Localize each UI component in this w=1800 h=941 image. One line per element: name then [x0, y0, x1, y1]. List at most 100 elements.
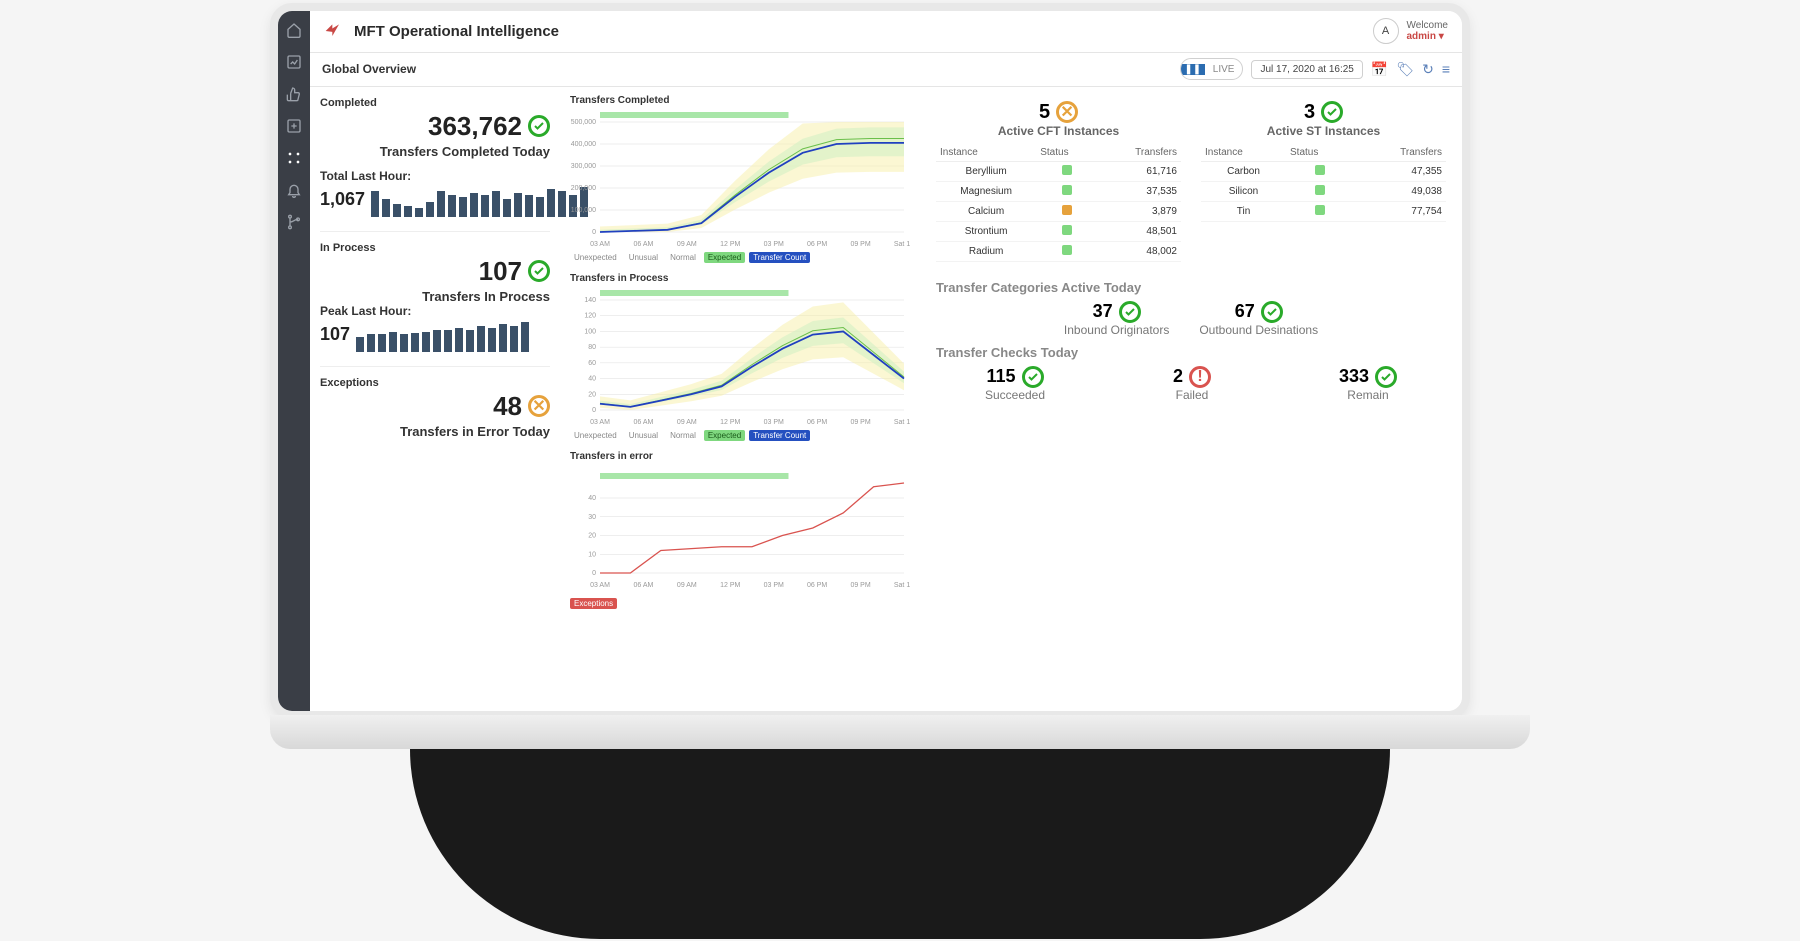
- outbound-label: Outbound Desinations: [1199, 323, 1318, 337]
- categories-title: Transfer Categories Active Today: [936, 272, 1446, 301]
- chart3-legend: Exceptions: [570, 598, 910, 609]
- svg-text:200,000: 200,000: [571, 185, 596, 192]
- home-icon[interactable]: [285, 21, 303, 39]
- svg-text:12 PM: 12 PM: [720, 419, 740, 426]
- warning-circle-icon: ✕: [528, 395, 550, 417]
- pause-icon: ❚❚: [1181, 64, 1205, 75]
- menu-icon[interactable]: ≡: [1442, 61, 1450, 77]
- checks-title: Transfer Checks Today: [936, 337, 1446, 366]
- svg-text:20: 20: [588, 532, 596, 539]
- svg-text:09 AM: 09 AM: [677, 419, 697, 426]
- svg-text:03 AM: 03 AM: [590, 582, 610, 589]
- table-row[interactable]: Tin77,754: [1201, 201, 1446, 221]
- transfers-error-chart: 01020304003 AM06 AM09 AM12 PM03 PM06 PM0…: [570, 466, 910, 596]
- username: admin: [1407, 31, 1436, 42]
- svg-text:03 PM: 03 PM: [764, 582, 784, 589]
- succeeded-count: 115: [986, 366, 1015, 387]
- check-circle-icon: [528, 115, 550, 137]
- svg-text:40: 40: [588, 375, 596, 382]
- nodes-icon[interactable]: [285, 149, 303, 167]
- svg-text:0: 0: [592, 229, 596, 236]
- last-hour-label: Total Last Hour:: [320, 169, 550, 183]
- inprocess-section-label: In Process: [320, 238, 550, 256]
- svg-text:12 PM: 12 PM: [720, 582, 740, 589]
- welcome-label: Welcome: [1407, 20, 1449, 31]
- chart1-legend: Unexpected Unusual Normal Expected Trans…: [570, 252, 910, 263]
- svg-text:0: 0: [592, 570, 596, 577]
- completed-label: Transfers Completed Today: [320, 144, 550, 159]
- warning-circle-icon: ✕: [1056, 101, 1078, 123]
- user-menu[interactable]: A Welcome admin ▾: [1373, 18, 1449, 44]
- svg-text:Sat 18: Sat 18: [894, 582, 910, 589]
- check-circle-icon: [1261, 301, 1283, 323]
- exceptions-label: Transfers in Error Today: [320, 424, 550, 439]
- svg-text:09 AM: 09 AM: [677, 582, 697, 589]
- succeeded-label: Succeeded: [985, 388, 1045, 402]
- topbar: MFT Operational Intelligence A Welcome a…: [310, 11, 1462, 53]
- svg-text:03 PM: 03 PM: [764, 419, 784, 426]
- date-picker[interactable]: Jul 17, 2020 at 16:25: [1251, 60, 1362, 79]
- refresh-icon[interactable]: ↻: [1422, 61, 1434, 78]
- svg-text:12 PM: 12 PM: [720, 241, 740, 248]
- svg-text:60: 60: [588, 359, 596, 366]
- svg-text:0: 0: [592, 407, 596, 414]
- chevron-down-icon: ▾: [1439, 31, 1444, 42]
- svg-text:09 AM: 09 AM: [677, 241, 697, 248]
- page-title: Global Overview: [322, 62, 416, 76]
- table-row[interactable]: Magnesium37,535: [936, 181, 1181, 201]
- svg-text:500,000: 500,000: [571, 119, 596, 126]
- check-circle-icon: [1321, 101, 1343, 123]
- exceptions-section-label: Exceptions: [320, 373, 550, 391]
- chart2-legend: Unexpected Unusual Normal Expected Trans…: [570, 430, 910, 441]
- svg-text:40: 40: [588, 495, 596, 502]
- svg-text:09 PM: 09 PM: [850, 419, 870, 426]
- transfers-inprocess-chart: 02040608010012014003 AM06 AM09 AM12 PM03…: [570, 288, 910, 428]
- sidebar: [278, 11, 310, 711]
- chart-icon[interactable]: [285, 53, 303, 71]
- failed-count: 2: [1173, 366, 1183, 387]
- thumb-icon[interactable]: [285, 85, 303, 103]
- svg-text:06 PM: 06 PM: [807, 582, 827, 589]
- add-panel-icon[interactable]: [285, 117, 303, 135]
- svg-text:06 AM: 06 AM: [633, 582, 653, 589]
- calendar-icon[interactable]: 📅: [1371, 61, 1388, 78]
- check-circle-icon: [528, 260, 550, 282]
- cft-table: InstanceStatusTransfers Beryllium61,716M…: [936, 144, 1181, 262]
- subheader: Global Overview ❚❚ LIVE Jul 17, 2020 at …: [310, 53, 1462, 87]
- bell-icon[interactable]: [285, 181, 303, 199]
- svg-text:03 AM: 03 AM: [590, 241, 610, 248]
- outbound-count: 67: [1235, 301, 1255, 322]
- svg-text:80: 80: [588, 344, 596, 351]
- st-label: Active ST Instances: [1201, 124, 1446, 138]
- table-row[interactable]: Silicon49,038: [1201, 181, 1446, 201]
- table-row[interactable]: Strontium48,501: [936, 221, 1181, 241]
- st-table: InstanceStatusTransfers Carbon47,355Sili…: [1201, 144, 1446, 222]
- inprocess-label: Transfers In Process: [320, 289, 550, 304]
- completed-count: 363,762: [428, 111, 522, 142]
- svg-text:120: 120: [584, 312, 596, 319]
- check-circle-icon: [1119, 301, 1141, 323]
- chart3-title: Transfers in error: [570, 451, 910, 466]
- inbound-label: Inbound Originators: [1064, 323, 1169, 337]
- svg-text:06 PM: 06 PM: [807, 241, 827, 248]
- logo-icon: [324, 21, 344, 41]
- svg-text:09 PM: 09 PM: [850, 241, 870, 248]
- svg-text:09 PM: 09 PM: [850, 582, 870, 589]
- svg-text:100,000: 100,000: [571, 207, 596, 214]
- branch-icon[interactable]: [285, 213, 303, 231]
- table-row[interactable]: Beryllium61,716: [936, 161, 1181, 181]
- check-circle-icon: [1375, 366, 1397, 388]
- table-row[interactable]: Calcium3,879: [936, 201, 1181, 221]
- live-toggle[interactable]: ❚❚ LIVE: [1180, 58, 1244, 80]
- st-count: 3: [1304, 101, 1315, 124]
- svg-text:400,000: 400,000: [571, 141, 596, 148]
- exceptions-count: 48: [493, 391, 522, 422]
- table-row[interactable]: Carbon47,355: [1201, 161, 1446, 181]
- svg-text:03 PM: 03 PM: [764, 241, 784, 248]
- tag-icon[interactable]: 🏷: [1396, 61, 1414, 78]
- table-row[interactable]: Radium48,002: [936, 241, 1181, 261]
- app-title: MFT Operational Intelligence: [354, 23, 559, 40]
- live-label: LIVE: [1205, 64, 1243, 75]
- failed-label: Failed: [1173, 388, 1211, 402]
- svg-text:06 AM: 06 AM: [633, 241, 653, 248]
